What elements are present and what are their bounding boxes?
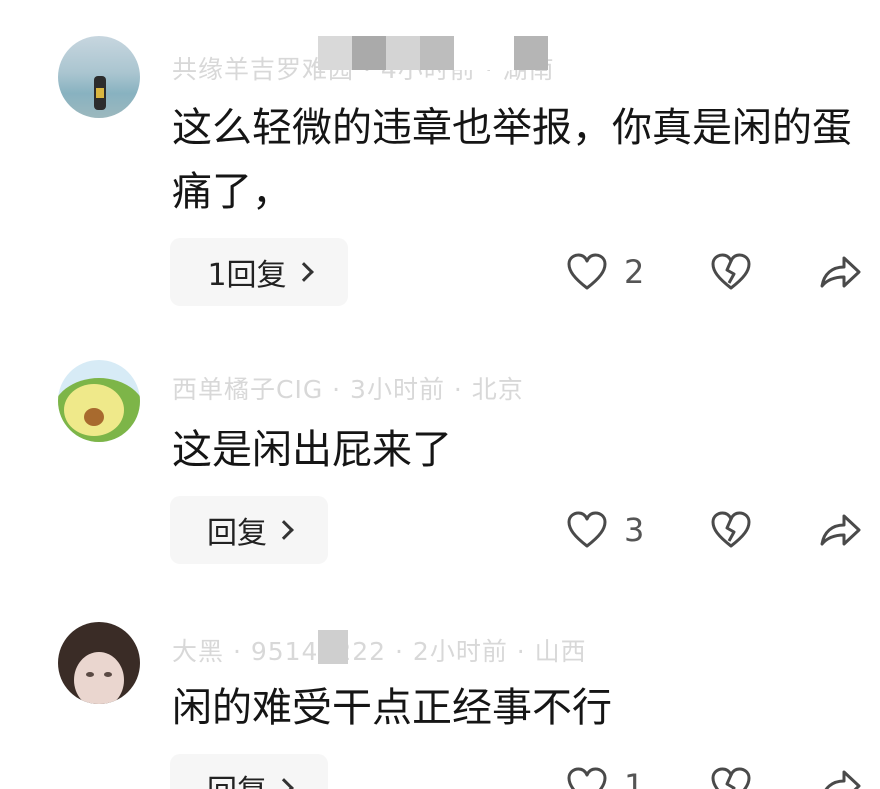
reply-button[interactable]: 回复 [170, 754, 328, 789]
comment-text: 闲的难受干点正经事不行 [172, 685, 612, 731]
comment-item: 大黑 · 95143222 · 2小时前 · 山西 闲的难受干点正经事不行 回复… [0, 0, 880, 789]
broken-heart-icon[interactable] [710, 766, 752, 789]
avatar[interactable] [58, 622, 140, 704]
share-arrow-icon[interactable] [818, 766, 862, 789]
comment-meta[interactable]: 大黑 · 95143222 · 2小时前 · 山西 [172, 632, 587, 666]
like-count: 1 [624, 767, 645, 789]
heart-outline-icon[interactable] [566, 766, 608, 789]
blurred-region [318, 630, 348, 664]
reply-label: 回复 [207, 766, 267, 789]
comment-list: 共缘羊吉罗难园 · 4小时前 · 湖南 这么轻微的违章也举报，你真是闲的蛋痛了，… [0, 0, 880, 789]
chevron-right-icon [274, 778, 294, 789]
